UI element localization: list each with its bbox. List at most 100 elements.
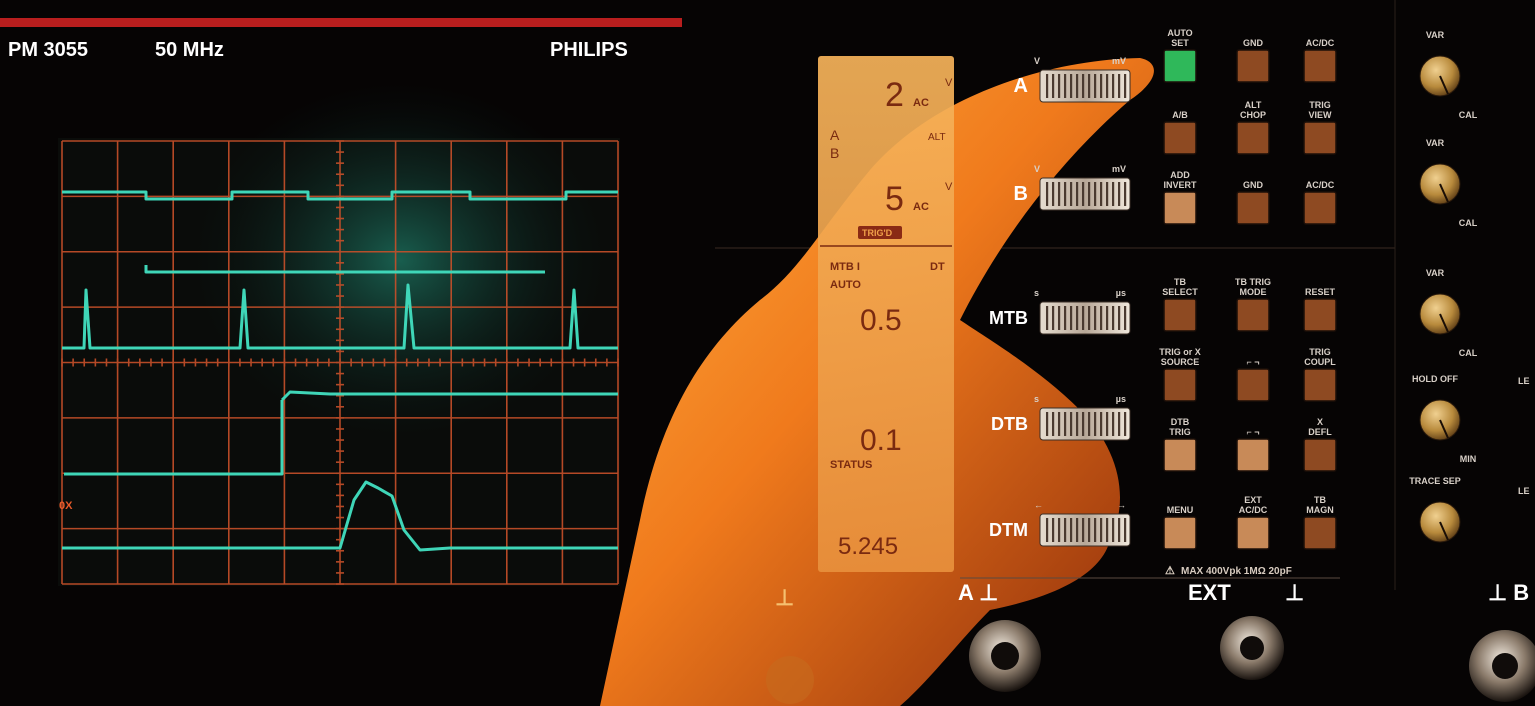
slider-rib — [1088, 518, 1091, 542]
slider-rib — [1064, 518, 1067, 542]
button-cap[interactable] — [1163, 298, 1197, 332]
model-label: PM 3055 — [8, 39, 88, 61]
button-caption: AC/DC — [1306, 180, 1335, 190]
slider-rib — [1094, 306, 1097, 330]
slider-rib — [1106, 518, 1109, 542]
button-caption: COUPL — [1304, 357, 1336, 367]
button-cap[interactable] — [1303, 121, 1337, 155]
crt-screen: 0X — [58, 80, 620, 586]
button-caption: GND — [1243, 180, 1264, 190]
lcd-mtb: MTB I — [830, 261, 860, 273]
button-caption: TRIG — [1309, 347, 1331, 357]
selector-left-unit: V — [1034, 56, 1040, 66]
slider-rib — [1094, 182, 1097, 206]
slider-rib — [1100, 518, 1103, 542]
button-cap[interactable] — [1236, 298, 1270, 332]
slider-rib — [1070, 518, 1073, 542]
button-caption: A/B — [1172, 110, 1188, 120]
lcd-dtb: DT — [930, 261, 945, 273]
slider-rib — [1112, 182, 1115, 206]
slider-rib — [1058, 518, 1061, 542]
button-caption: VIEW — [1308, 110, 1332, 120]
button-alt-chop: ALTCHOP — [1236, 100, 1270, 155]
button-caption: GND — [1243, 38, 1264, 48]
button-cap[interactable] — [1163, 368, 1197, 402]
slider-rib — [1058, 412, 1061, 436]
slider-rib — [1124, 182, 1127, 206]
knob-label: TRACE SEP — [1409, 476, 1461, 486]
button-cap[interactable] — [1163, 191, 1197, 225]
selector-mtb: MTB s µs — [989, 288, 1131, 335]
button-caption: ⌐ ¬ — [1246, 427, 1259, 437]
slider-rib — [1112, 306, 1115, 330]
button-dtb-trig: DTBTRIG — [1163, 417, 1197, 472]
button-caption: ⌐ ¬ — [1246, 357, 1259, 367]
button-cap[interactable] — [1303, 368, 1337, 402]
bnc-b-core — [1492, 653, 1518, 679]
button-cap[interactable] — [1236, 191, 1270, 225]
slider-rib — [1082, 518, 1085, 542]
scene-svg: PM 3055 50 MHz PHILIPS 0X 2 AC V A B ALT… — [0, 0, 1535, 706]
button-acdc-a: AC/DC — [1303, 38, 1337, 83]
button-caption: SOURCE — [1161, 357, 1200, 367]
selector-label: B — [1014, 183, 1028, 205]
slider-rib — [1058, 182, 1061, 206]
knob-label: VAR — [1426, 138, 1445, 148]
knob-label: HOLD OFF — [1412, 374, 1458, 384]
button-caption: MODE — [1240, 287, 1267, 297]
button-cap[interactable] — [1163, 438, 1197, 472]
slider-rib — [1118, 518, 1121, 542]
button-caption: TB — [1174, 277, 1186, 287]
button-cap[interactable] — [1236, 438, 1270, 472]
knob-label: VAR — [1426, 268, 1445, 278]
slider-rib — [1046, 182, 1049, 206]
button-cap[interactable] — [1303, 49, 1337, 83]
slider-rib — [1064, 306, 1067, 330]
button-caption: AC/DC — [1239, 505, 1268, 515]
button-cap[interactable] — [1236, 516, 1270, 550]
lcd-ch-a-unit: V — [945, 77, 953, 89]
button-grid: AUTOSET GND AC/DCA/BALTCHOPTRIGVIEWADDINVE… — [1159, 28, 1337, 550]
button-cap[interactable] — [1163, 49, 1197, 83]
button-cap[interactable] — [1236, 49, 1270, 83]
lcd-dtb-value: 0.1 — [860, 424, 902, 457]
lcd-ch-b-coupling: AC — [913, 201, 929, 213]
knob-scale-label: CAL — [1459, 218, 1478, 228]
button-caption: MENU — [1167, 505, 1194, 515]
button-cap[interactable] — [1236, 368, 1270, 402]
slider-rib — [1094, 74, 1097, 98]
slider-rib — [1052, 518, 1055, 542]
slider-rib — [1088, 306, 1091, 330]
lcd-alt: ALT — [928, 132, 946, 143]
button-trig-source: TRIG or XSOURCE — [1159, 347, 1201, 402]
slider-rib — [1058, 74, 1061, 98]
button-cap[interactable] — [1236, 121, 1270, 155]
button-cap[interactable] — [1303, 438, 1337, 472]
slider-rib — [1076, 518, 1079, 542]
button-cap[interactable] — [1163, 516, 1197, 550]
lcd-ch-a-coupling: AC — [913, 97, 929, 109]
button-caption: INVERT — [1163, 180, 1197, 190]
slider-rib — [1076, 306, 1079, 330]
bnc-ext-core — [1240, 636, 1264, 660]
button-tb-trig-mode: TB TRIGMODE — [1235, 277, 1271, 332]
slider-rib — [1124, 412, 1127, 436]
slider-rib — [1118, 412, 1121, 436]
button-cap[interactable] — [1303, 191, 1337, 225]
button-caption: CHOP — [1240, 110, 1266, 120]
button-caption: ADD — [1170, 170, 1190, 180]
button-slope-1: ⌐ ¬ — [1236, 357, 1270, 402]
lcd-trig-text: TRIG'D — [862, 228, 893, 238]
slider-rib — [1070, 74, 1073, 98]
button-ext-acdc: EXTAC/DC — [1236, 495, 1270, 550]
button-cap[interactable] — [1303, 298, 1337, 332]
button-trig-view: TRIGVIEW — [1303, 100, 1337, 155]
slider-rib — [1088, 412, 1091, 436]
ground-socket[interactable] — [766, 656, 814, 704]
button-menu: MENU — [1163, 505, 1197, 550]
slider-rib — [1094, 518, 1097, 542]
button-cap[interactable] — [1303, 516, 1337, 550]
button-a-b: A/B — [1163, 110, 1197, 155]
button-cap[interactable] — [1163, 121, 1197, 155]
slider-rib — [1052, 74, 1055, 98]
